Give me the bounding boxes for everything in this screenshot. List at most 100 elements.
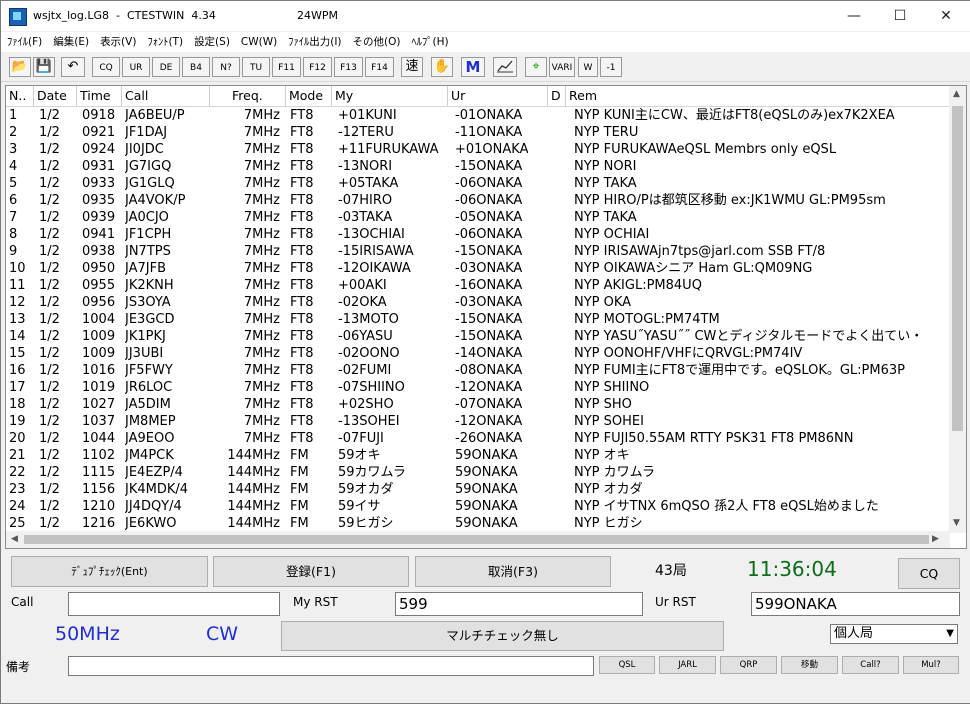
title-bar[interactable]: wsjtx_log.LG8 - CTESTWIN 4.34 24WPM — ☐ … bbox=[1, 1, 970, 31]
minus-one-button[interactable]: -1 bbox=[600, 57, 622, 77]
table-row[interactable]: 25 1/2 1216 JE6KWO 144MHz FM 59ヒガシ 59ONAKA NYP ヒ… bbox=[6, 515, 950, 532]
col-ur[interactable]: Ur bbox=[448, 86, 548, 106]
undo-icon[interactable]: ↶ bbox=[61, 57, 85, 77]
f14-key-button[interactable]: F14 bbox=[365, 57, 394, 77]
f13-key-button[interactable]: F13 bbox=[334, 57, 363, 77]
menu-cw[interactable]: CW(W) bbox=[236, 32, 282, 52]
maximize-icon[interactable]: ☐ bbox=[877, 1, 923, 31]
table-row[interactable]: 5 1/2 0933 JG1GLQ 7MHz FT8 +05TAKA -06ONAKA NYP … bbox=[6, 175, 950, 192]
col-remarks[interactable]: Rem bbox=[566, 86, 950, 106]
qrp-button[interactable]: QRP bbox=[720, 656, 777, 674]
table-row[interactable]: 9 1/2 0938 JN7TPS 7MHz FT8 -15IRISAWA -15ONAKA N… bbox=[6, 243, 950, 260]
cell-freq: 7MHz bbox=[243, 346, 280, 361]
col-call[interactable]: Call bbox=[122, 86, 210, 106]
menu-edit[interactable]: 編集(E) bbox=[48, 32, 94, 52]
menu-view[interactable]: 表示(V) bbox=[95, 32, 141, 52]
vertical-scrollbar[interactable]: ▲ ▼ bbox=[949, 86, 966, 533]
table-row[interactable]: 7 1/2 0939 JA0CJO 7MHz FT8 -03TAKA -05ONAKA NYP … bbox=[6, 209, 950, 226]
station-type-select[interactable]: 個人局 ▼ bbox=[830, 624, 958, 644]
table-row[interactable]: 21 1/2 1102 JM4PCK 144MHz FM 59オキ 59ONAKA NYP オキ bbox=[6, 447, 950, 464]
multi-check-button[interactable]: マルチチェック無し bbox=[281, 621, 724, 651]
m-icon[interactable]: M bbox=[461, 57, 485, 77]
table-row[interactable]: 23 1/2 1156 JK4MDK/4 144MHz FM 59オカダ 59ONAKA NYP… bbox=[6, 481, 950, 498]
table-row[interactable]: 16 1/2 1016 JF5FWY 7MHz FT8 -02FUMI -08ONAKA NYP… bbox=[6, 362, 950, 379]
table-row[interactable]: 22 1/2 1115 JE4EZP/4 144MHz FM 59カワムラ 59ONAKA NY… bbox=[6, 464, 950, 481]
scroll-left-icon[interactable]: ◀ bbox=[11, 534, 18, 544]
dupe-check-button[interactable]: ﾃﾞｭﾌﾟﾁｪｯｸ(Ent) bbox=[11, 556, 208, 587]
my-rst-input[interactable]: 599 bbox=[395, 592, 643, 616]
table-row[interactable]: 2 1/2 0921 JF1DAJ 7MHz FT8 -12TERU -11ONAKA NYP … bbox=[6, 124, 950, 141]
cell-mode: FT8 bbox=[290, 125, 314, 140]
table-row[interactable]: 10 1/2 0950 JA7JFB 7MHz FT8 -12OIKAWA -03ONAKA N… bbox=[6, 260, 950, 277]
col-dupe[interactable]: D bbox=[548, 86, 566, 106]
close-icon[interactable]: ✕ bbox=[923, 1, 969, 31]
col-number[interactable]: N.. bbox=[6, 86, 34, 106]
scroll-down-icon[interactable]: ▼ bbox=[953, 518, 960, 528]
table-row[interactable]: 3 1/2 0924 JI0JDC 7MHz FT8 +11FURUKAWA +01ONAKA… bbox=[6, 141, 950, 158]
menu-other[interactable]: その他(O) bbox=[348, 32, 406, 52]
qso-log-list[interactable]: N.. Date Time Call Freq. Mode My Ur D Re… bbox=[5, 85, 967, 549]
w-button[interactable]: W bbox=[578, 57, 598, 77]
table-row[interactable]: 13 1/2 1004 JE3GCD 7MHz FT8 -13MOTO -15ONAKA NYP… bbox=[6, 311, 950, 328]
ur-key-button[interactable]: UR bbox=[122, 57, 150, 77]
cell-call: JM4PCK bbox=[125, 448, 174, 463]
col-time[interactable]: Time bbox=[77, 86, 122, 106]
vertical-scroll-thumb[interactable] bbox=[952, 106, 963, 431]
table-row[interactable]: 4 1/2 0931 JG7IGQ 7MHz FT8 -13NORI -15ONAKA NYP … bbox=[6, 158, 950, 175]
cq-button[interactable]: CQ bbox=[898, 558, 960, 589]
table-row[interactable]: 12 1/2 0956 JS3OYA 7MHz FT8 -02OKA -03ONAKA NYP … bbox=[6, 294, 950, 311]
col-my[interactable]: My bbox=[332, 86, 448, 106]
table-row[interactable]: 17 1/2 1019 JR6LOC 7MHz FT8 -07SHIINO -12ONAKA N… bbox=[6, 379, 950, 396]
save-icon[interactable]: 💾 bbox=[33, 57, 55, 77]
nq-key-button[interactable]: N? bbox=[212, 57, 240, 77]
scroll-right-icon[interactable]: ▶ bbox=[932, 534, 939, 544]
table-row[interactable]: 8 1/2 0941 JF1CPH 7MHz FT8 -13OCHIAI -06ONAKA NY… bbox=[6, 226, 950, 243]
hand-icon[interactable]: ✋ bbox=[431, 57, 453, 77]
minimize-icon[interactable]: — bbox=[831, 1, 877, 31]
move-button[interactable]: 移動 bbox=[781, 656, 838, 674]
b4-key-button[interactable]: B4 bbox=[182, 57, 210, 77]
remark-input[interactable] bbox=[68, 656, 594, 676]
table-row[interactable]: 11 1/2 0955 JK2KNH 7MHz FT8 +00AKI -16ONAKA NYP … bbox=[6, 277, 950, 294]
table-row[interactable]: 20 1/2 1044 JA9EOO 7MHz FT8 -07FUJI -26ONAKA NYP… bbox=[6, 430, 950, 447]
qsl-button[interactable]: QSL bbox=[599, 656, 655, 674]
dropdown-arrow-icon[interactable]: ▼ bbox=[946, 625, 954, 643]
open-folder-icon[interactable]: 📂 bbox=[9, 57, 31, 77]
register-button[interactable]: 登録(F1) bbox=[213, 556, 409, 587]
cell-call: JG1GLQ bbox=[125, 176, 175, 191]
table-row[interactable]: 1 1/2 0918 JA6BEU/P 7MHz FT8 +01KUNI -01ONAKA NY… bbox=[6, 107, 950, 124]
cq-key-button[interactable]: CQ bbox=[92, 57, 120, 77]
menu-file-output[interactable]: ﾌｧｲﾙ出力(I) bbox=[283, 32, 346, 52]
scroll-up-icon[interactable]: ▲ bbox=[953, 89, 960, 99]
cancel-button[interactable]: 取消(F3) bbox=[415, 556, 611, 587]
graph-icon[interactable] bbox=[493, 57, 517, 77]
tu-key-button[interactable]: TU bbox=[242, 57, 270, 77]
ur-rst-input[interactable]: 599ONAKA bbox=[751, 592, 960, 616]
menu-file[interactable]: ﾌｧｲﾙ(F) bbox=[2, 32, 47, 52]
f12-key-button[interactable]: F12 bbox=[303, 57, 332, 77]
vari-button[interactable]: VARI bbox=[549, 57, 575, 77]
table-row[interactable]: 24 1/2 1210 JJ4DQY/4 144MHz FM 59イサ 59ONAKA NYP … bbox=[6, 498, 950, 515]
target-icon[interactable]: ⌖ bbox=[525, 57, 547, 77]
speed-icon[interactable]: 速 bbox=[401, 57, 423, 77]
table-row[interactable]: 6 1/2 0935 JA4VOK/P 7MHz FT8 -07HIRO -06ONAKA NY… bbox=[6, 192, 950, 209]
call-input[interactable] bbox=[68, 592, 280, 616]
col-date[interactable]: Date bbox=[34, 86, 77, 106]
de-key-button[interactable]: DE bbox=[152, 57, 180, 77]
cell-mode: FT8 bbox=[290, 159, 314, 174]
menu-settings[interactable]: 設定(S) bbox=[189, 32, 235, 52]
call-query-button[interactable]: Call? bbox=[842, 656, 899, 674]
table-row[interactable]: 18 1/2 1027 JA5DIM 7MHz FT8 +02SHO -07ONAKA NYP … bbox=[6, 396, 950, 413]
col-freq[interactable]: Freq. bbox=[210, 86, 286, 106]
table-row[interactable]: 19 1/2 1037 JM8MEP 7MHz FT8 -13SOHEI -12ONAKA NY… bbox=[6, 413, 950, 430]
menu-help[interactable]: ﾍﾙﾌﾟ(H) bbox=[406, 32, 453, 52]
menu-font[interactable]: ﾌｫﾝﾄ(T) bbox=[142, 32, 188, 52]
f11-key-button[interactable]: F11 bbox=[272, 57, 301, 77]
table-row[interactable]: 14 1/2 1009 JK1PKJ 7MHz FT8 -06YASU -15ONAKA NYP… bbox=[6, 328, 950, 345]
jarl-button[interactable]: JARL bbox=[659, 656, 716, 674]
horizontal-scroll-thumb[interactable] bbox=[24, 535, 929, 544]
horizontal-scrollbar[interactable]: ◀ ▶ bbox=[6, 531, 950, 548]
table-row[interactable]: 15 1/2 1009 JJ3UBI 7MHz FT8 -02OONO -14ONAKA NYP… bbox=[6, 345, 950, 362]
col-mode[interactable]: Mode bbox=[286, 86, 332, 106]
mul-query-button[interactable]: Mul? bbox=[903, 656, 959, 674]
